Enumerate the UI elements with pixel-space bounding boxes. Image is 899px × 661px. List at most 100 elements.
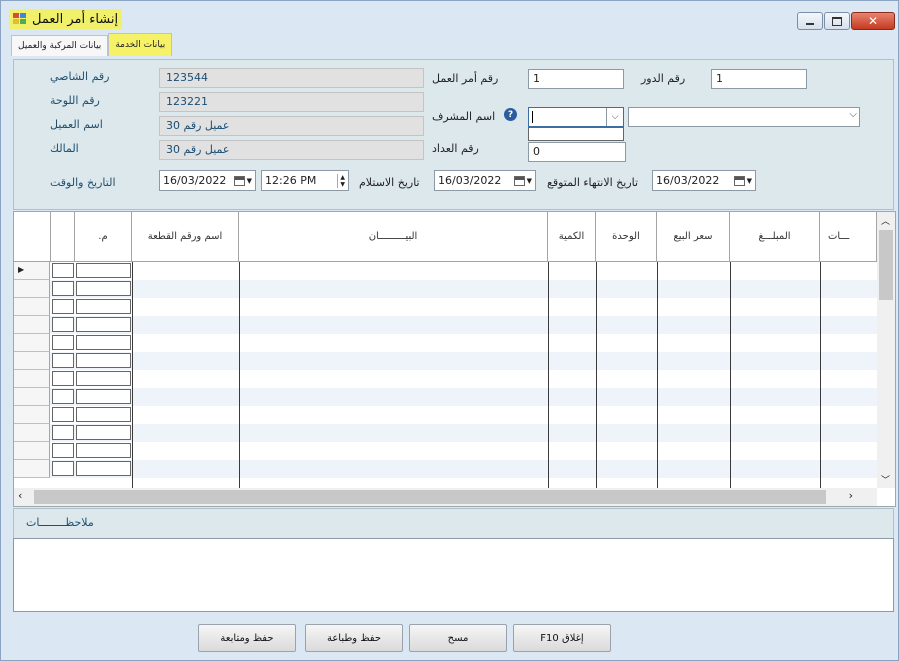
row-header[interactable] — [14, 370, 50, 388]
items-grid[interactable]: .م اسم ورقم القطعة البيـــــــــان الكمي… — [13, 211, 896, 507]
table-row[interactable] — [14, 352, 877, 370]
scroll-up-icon[interactable]: ︿ — [881, 214, 890, 227]
col-header-price[interactable]: سعر البيع — [657, 212, 730, 262]
row-header[interactable] — [14, 460, 50, 478]
col-header-quantity[interactable]: الكمية — [548, 212, 596, 262]
row-index-cell[interactable] — [76, 317, 131, 332]
expected-end-date-picker[interactable]: 16/03/2022 ▼ — [652, 170, 756, 191]
table-row[interactable] — [14, 460, 877, 478]
row-index-cell[interactable] — [76, 389, 131, 404]
save-and-print-button[interactable]: حفظ وطباعة — [305, 624, 403, 652]
scroll-right-icon[interactable]: › — [849, 489, 853, 502]
row-select-cell[interactable] — [52, 461, 74, 476]
chevron-down-icon[interactable]: ⌵ — [606, 108, 623, 126]
row-header[interactable] — [14, 442, 50, 460]
notes-textarea[interactable] — [13, 538, 894, 612]
turn-input[interactable]: 1 — [711, 69, 807, 89]
row-header[interactable]: ▶ — [14, 262, 50, 280]
row-header[interactable] — [14, 298, 50, 316]
table-row[interactable] — [14, 280, 877, 298]
clear-button[interactable]: مسح — [409, 624, 507, 652]
chassis-label: رقم الشاصي — [50, 70, 110, 83]
horizontal-scroll-thumb[interactable] — [34, 490, 826, 504]
row-select-cell[interactable] — [52, 443, 74, 458]
row-index-cell[interactable] — [76, 263, 131, 278]
col-header-amount[interactable]: المبلـــغ — [730, 212, 820, 262]
row-index-cell[interactable] — [76, 353, 131, 368]
row-header[interactable] — [14, 316, 50, 334]
table-row[interactable] — [14, 334, 877, 352]
col-divider — [132, 262, 133, 488]
table-row[interactable] — [14, 316, 877, 334]
time-value: 12:26 PM — [265, 174, 317, 187]
vertical-scrollbar[interactable]: ︿ ﹀ — [877, 212, 895, 488]
row-index-cell[interactable] — [76, 461, 131, 476]
row-select-cell[interactable] — [52, 371, 74, 386]
current-row-indicator-icon: ▶ — [18, 265, 25, 274]
row-index-cell[interactable] — [76, 407, 131, 422]
time-picker[interactable]: 12:26 PM ▲ ▼ — [261, 170, 349, 191]
row-select-cell[interactable] — [52, 281, 74, 296]
row-header[interactable] — [14, 280, 50, 298]
table-row[interactable] — [14, 298, 877, 316]
help-icon[interactable]: ? — [504, 108, 517, 121]
vertical-scroll-thumb[interactable] — [879, 230, 893, 300]
meter-input[interactable]: 0 — [528, 142, 626, 162]
table-row[interactable] — [14, 442, 877, 460]
row-select-cell[interactable] — [52, 425, 74, 440]
calendar-icon — [733, 175, 745, 186]
row-header[interactable] — [14, 334, 50, 352]
receive-date-label: تاريخ الاستلام — [359, 176, 420, 189]
row-header[interactable] — [14, 388, 50, 406]
chevron-down-icon[interactable]: ⌵ — [849, 109, 857, 120]
supervisor-code-combo[interactable]: ⌵ — [528, 107, 624, 127]
date-picker[interactable]: 16/03/2022 ▼ — [159, 170, 256, 191]
horizontal-scrollbar[interactable]: ‹ › — [14, 488, 877, 506]
supervisor-name-combo[interactable]: ⌵ — [628, 107, 860, 127]
expected-end-date-value: 16/03/2022 — [656, 174, 720, 187]
row-index-cell[interactable] — [76, 443, 131, 458]
col-header-more[interactable]: ـــات — [820, 212, 877, 262]
col-divider — [596, 262, 597, 488]
date-value: 16/03/2022 — [163, 174, 227, 187]
row-select-cell[interactable] — [52, 317, 74, 332]
row-index-cell[interactable] — [76, 281, 131, 296]
maximize-button[interactable] — [824, 12, 850, 30]
minimize-button[interactable] — [797, 12, 823, 30]
table-row[interactable] — [14, 370, 877, 388]
col-header-index[interactable]: .م — [75, 212, 132, 262]
row-index-cell[interactable] — [76, 335, 131, 350]
row-index-cell[interactable] — [76, 371, 131, 386]
tab-service[interactable]: بيانات الخدمة — [108, 33, 173, 56]
col-header-description[interactable]: البيـــــــــان — [239, 212, 548, 262]
row-index-cell[interactable] — [76, 425, 131, 440]
col-header-unit[interactable]: الوحدة — [596, 212, 657, 262]
close-window-button[interactable]: ✕ — [851, 12, 895, 30]
work-order-input[interactable]: 1 — [528, 69, 624, 89]
row-header[interactable] — [14, 352, 50, 370]
close-button[interactable]: F10 إغلاق — [513, 624, 611, 652]
row-select-cell[interactable] — [52, 407, 74, 422]
table-row[interactable] — [14, 424, 877, 442]
row-header[interactable] — [14, 406, 50, 424]
col-header-part[interactable]: اسم ورقم القطعة — [132, 212, 239, 262]
table-row[interactable]: ▶ — [14, 262, 877, 280]
receive-date-picker[interactable]: 16/03/2022 ▼ — [434, 170, 536, 191]
header-form-panel: رقم الشاصي رقم اللوحة اسم العميل المالك … — [13, 59, 894, 210]
row-select-cell[interactable] — [52, 263, 74, 278]
window-title-text: إنشاء أمر العمل — [32, 11, 119, 27]
table-row[interactable] — [14, 388, 877, 406]
notes-header: ملاحظــــــــات — [13, 508, 894, 540]
scroll-left-icon[interactable]: ‹ — [18, 489, 22, 502]
row-select-cell[interactable] — [52, 389, 74, 404]
row-select-cell[interactable] — [52, 353, 74, 368]
scroll-down-icon[interactable]: ﹀ — [881, 473, 890, 486]
tab-vehicle-customer[interactable]: بيانات المركبة والعميل — [11, 35, 109, 56]
supervisor-dropdown-list[interactable] — [528, 127, 624, 141]
row-select-cell[interactable] — [52, 299, 74, 314]
row-index-cell[interactable] — [76, 299, 131, 314]
row-select-cell[interactable] — [52, 335, 74, 350]
row-header[interactable] — [14, 424, 50, 442]
save-and-continue-button[interactable]: حفظ ومتابعة — [198, 624, 296, 652]
table-row[interactable] — [14, 406, 877, 424]
